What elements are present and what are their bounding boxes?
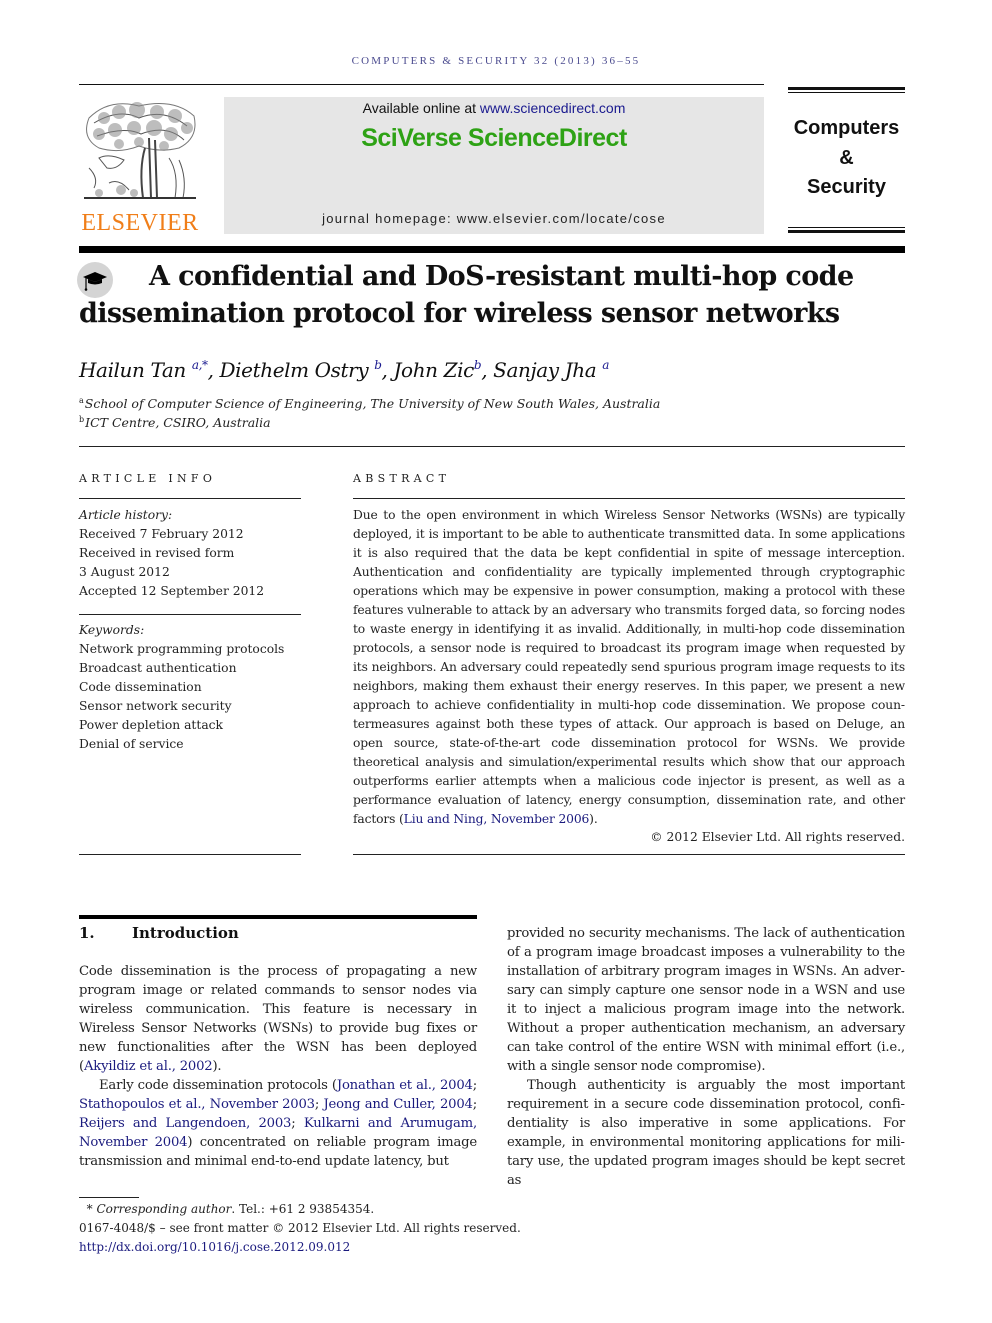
keywords-label: Keywords: — [79, 623, 145, 637]
author[interactable]: Diethelm Ostry — [220, 358, 369, 382]
journal-rule-bottom-thin — [788, 227, 905, 228]
header-rule — [79, 84, 764, 85]
paragraph: Code dissemination is the process of pro… — [79, 962, 477, 1076]
journal-title-line3: Security — [807, 176, 886, 198]
section-bar — [79, 915, 477, 919]
footnotes: * Corresponding author. Tel.: +61 2 9385… — [79, 1200, 521, 1257]
abstract-bottom-rule — [353, 854, 905, 855]
sciencedirect-link[interactable]: www.sciencedirect.com — [480, 100, 626, 116]
article-title: A confidential and DoS-resistant multi-h… — [79, 258, 909, 332]
author[interactable]: Sanjay Jha — [493, 358, 597, 382]
author-separator: , — [481, 358, 494, 382]
citation-link[interactable]: Akyildiz et al., 2002 — [84, 1059, 213, 1074]
body-column-right: provided no security mechanisms. The lac… — [507, 924, 905, 1190]
paragraph: Though authenticity is arguably the most… — [507, 1078, 905, 1188]
article-history: Article history: Received 7 February 201… — [79, 506, 301, 601]
section-heading: 1. Introduction — [79, 924, 239, 942]
journal-homepage-label: journal homepage: — [322, 211, 457, 226]
citation-link[interactable]: Stathopoulos et al., November 2003 — [79, 1097, 315, 1112]
available-online-label: Available online at — [362, 100, 480, 116]
corresponding-author-note: * Corresponding author. Tel.: +61 2 9385… — [79, 1200, 521, 1219]
author-separator: , — [207, 358, 220, 382]
journal-title-line1: Computers — [793, 117, 900, 139]
keyword: Broadcast authentication — [79, 661, 237, 675]
doi-link[interactable]: http://dx.doi.org/10.1016/j.cose.2012.09… — [79, 1238, 521, 1257]
article-info-bottom-rule — [79, 854, 301, 855]
sciverse-sciencedirect-logo: SciVerse ScienceDirect — [361, 124, 627, 152]
affiliation-text: ICT Centre, CSIRO, Australia — [85, 415, 271, 430]
abstract-heading: ABSTRACT — [353, 472, 451, 485]
author-list: Hailun Tan a,*, Diethelm Ostry b, John Z… — [79, 358, 609, 382]
header-divider — [79, 446, 905, 447]
journal-rule-top-thin — [788, 92, 905, 93]
citation-link[interactable]: Liu and Ning, November 2006 — [404, 812, 590, 826]
author-affiliation-mark[interactable]: a — [602, 358, 609, 372]
history-item: Received 7 February 2012 — [79, 527, 244, 541]
keyword: Sensor network security — [79, 699, 232, 713]
article-history-rule — [79, 614, 301, 615]
article-history-label: Article history: — [79, 508, 173, 522]
keyword: Power depletion attack — [79, 718, 223, 732]
section-number: 1. — [79, 924, 95, 942]
affiliation-text: School of Computer Science of Engineerin… — [84, 396, 661, 411]
title-text-line1: A confidential and DoS-resistant multi-h… — [149, 261, 854, 292]
citation-link[interactable]: Reijers and Langendoen, 2003 — [79, 1116, 291, 1131]
author[interactable]: Hailun Tan — [79, 358, 186, 382]
abstract-copyright: © 2012 Elsevier Ltd. All rights reserved… — [650, 830, 905, 844]
article-title-line1: A confidential and DoS-resistant multi-h… — [79, 258, 909, 295]
article-info-rule — [79, 498, 301, 499]
footnote-mark: * — [86, 1202, 93, 1216]
elsevier-wordmark: ELSEVIER — [81, 210, 199, 236]
journal-rule-bottom-thick — [788, 230, 905, 233]
running-head: COMPUTERS & SECURITY 32 (2013) 36–55 — [351, 55, 641, 67]
keywords: Keywords: Network programming protocols … — [79, 621, 301, 754]
paragraph-text: provided no security mechanisms. The lac… — [507, 926, 905, 1074]
journal-title-line2: & — [839, 146, 854, 169]
keyword: Denial of service — [79, 737, 184, 751]
history-item: Received in revised form — [79, 546, 235, 560]
keyword: Network programming protocols — [79, 642, 285, 656]
journal-title: Computers & Security — [788, 114, 905, 203]
masthead-bar — [79, 246, 905, 253]
journal-homepage: journal homepage: www.elsevier.com/locat… — [224, 211, 764, 226]
history-item: 3 August 2012 — [79, 565, 170, 579]
author-separator: , — [381, 358, 394, 382]
affiliation: aSchool of Computer Science of Engineeri… — [79, 396, 660, 411]
affiliation: bICT Centre, CSIRO, Australia — [79, 415, 271, 430]
journal-homepage-link[interactable]: www.elsevier.com/locate/cose — [457, 211, 666, 226]
journal-rule-top-thick — [788, 87, 905, 90]
body-column-left: Code dissemination is the process of pro… — [79, 962, 477, 1171]
paragraph-text: Early code dissemination protocols ( — [99, 1078, 337, 1093]
corresponding-author-label: Corresponding author — [96, 1202, 232, 1216]
author-affiliation-mark[interactable]: a,* — [192, 358, 208, 372]
available-online: Available online at www.sciencedirect.co… — [224, 100, 764, 116]
history-item: Accepted 12 September 2012 — [79, 584, 265, 598]
abstract-text: Due to the open environment in which Wir… — [353, 506, 905, 829]
footnote-rule — [79, 1197, 139, 1198]
paragraph-continued: provided no security mechanisms. The lac… — [507, 924, 905, 1076]
issn-line: 0167-4048/$ – see front matter © 2012 El… — [79, 1221, 521, 1235]
keyword: Code dissemination — [79, 680, 202, 694]
paragraph: Early code dissemination protocols (Jona… — [79, 1078, 477, 1169]
affiliation-mark: b — [79, 415, 85, 424]
author-affiliation-mark[interactable]: b — [374, 358, 382, 372]
citation-link[interactable]: Jonathan et al., 2004 — [337, 1078, 473, 1093]
abstract-rule — [353, 498, 905, 499]
citation-link[interactable]: Jeong and Culler, 2004 — [323, 1097, 473, 1112]
section-title: Introduction — [132, 924, 239, 942]
author[interactable]: John Zic — [393, 358, 474, 382]
abstract-body: Due to the open environment in which Wir… — [353, 508, 905, 826]
paragraph-text: Code dissemination is the process of pro… — [79, 964, 477, 1074]
corresponding-author-phone: . Tel.: +61 2 93854354. — [231, 1202, 375, 1216]
paragraph-text: ). — [212, 1059, 222, 1074]
affiliation-mark: a — [79, 396, 84, 405]
abstract-end: ). — [589, 812, 598, 826]
article-title-line2: dissemination protocol for wireless sens… — [79, 298, 840, 329]
article-info-heading: ARTICLE INFO — [79, 472, 217, 485]
